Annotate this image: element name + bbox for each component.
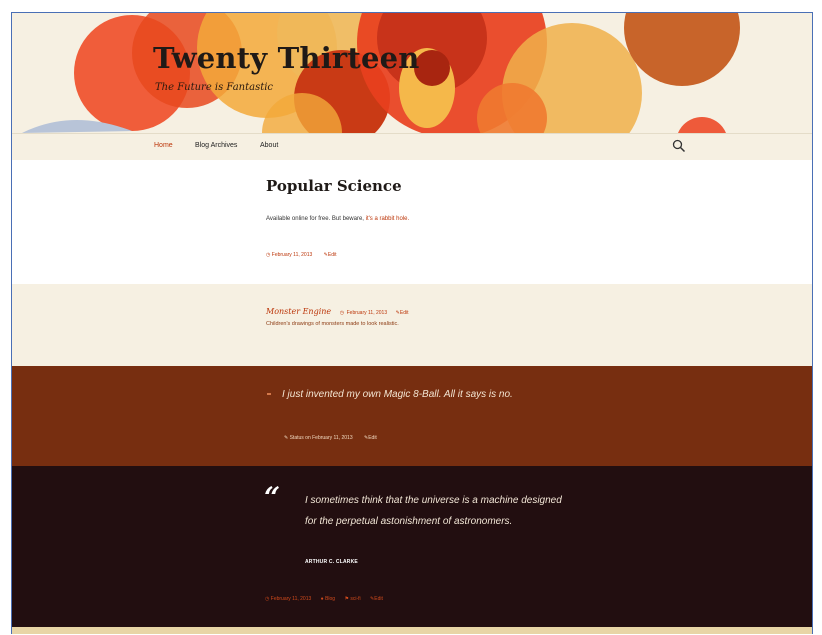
status-text: I just invented my own Magic 8-Ball. All… [282, 389, 513, 400]
post-status: I just invented my own Magic 8-Ball. All… [12, 366, 812, 466]
post-date[interactable]: February 11, 2013 [272, 252, 313, 258]
post-monster-engine: Monster Engine ◷ February 11, 2013 ✎Edit… [12, 284, 812, 366]
post-quote: “ I sometimes think that the universe is… [12, 466, 812, 627]
edit-link[interactable]: Edit [374, 596, 383, 602]
quote-meta: ◷ February 11, 2013 ● Blog ⚑ sci-fi ✎Edi… [265, 596, 383, 602]
site-header: Twenty Thirteen The Future is Fantastic [12, 13, 812, 133]
edit-link[interactable]: Edit [368, 435, 377, 441]
nav-item-about[interactable]: About [260, 142, 278, 149]
nav-item-home[interactable]: Home [154, 142, 173, 149]
quote-text: I sometimes think that the universe is a… [305, 495, 562, 527]
status-meta: ✎ Status on February 11, 2013 ✎Edit [284, 435, 377, 441]
link-post-title: Monster Engine ◷ February 11, 2013 ✎Edit [266, 307, 408, 316]
edit-link[interactable]: Edit [400, 310, 409, 316]
nav-item-blog-archives[interactable]: Blog Archives [195, 142, 237, 149]
quote-author[interactable]: Blog [325, 596, 335, 602]
user-icon: ● [320, 596, 324, 602]
search-icon[interactable] [672, 139, 686, 153]
site-tagline: The Future is Fantastic [155, 82, 274, 93]
clock-icon: ◷ [265, 596, 270, 602]
browser-frame: Twenty Thirteen The Future is Fantastic … [11, 12, 813, 634]
post-excerpt: Available online for free. But beware, i… [266, 216, 409, 222]
status-date[interactable]: Status on February 11, 2013 [290, 435, 353, 441]
tag-icon: ⚑ [344, 596, 349, 602]
excerpt-text: Available online for free. But beware, [266, 216, 364, 222]
site-title[interactable]: Twenty Thirteen [153, 41, 420, 75]
site-footer [12, 627, 812, 634]
quote-date[interactable]: February 11, 2013 [271, 596, 312, 602]
status-icon: ✎ [284, 435, 289, 441]
post-popular-science: Popular Science Available online for fre… [12, 160, 812, 284]
main-navigation: Home Blog Archives About [12, 133, 812, 161]
status-bullet [267, 393, 271, 395]
link-title[interactable]: Monster Engine [266, 307, 331, 316]
link-description: Children's drawings of monsters made to … [266, 321, 399, 327]
edit-link[interactable]: Edit [328, 252, 337, 258]
quote-mark-icon: “ [264, 481, 281, 514]
clock-icon: ◷ [266, 252, 271, 258]
quote-citation: ARTHUR C. CLARKE [305, 559, 358, 565]
post-title[interactable]: Popular Science [266, 177, 402, 195]
post-meta: ◷ February 11, 2013 ✎Edit [266, 252, 336, 258]
excerpt-link[interactable]: it's a rabbit hole. [366, 216, 410, 222]
quote-tag[interactable]: sci-fi [350, 596, 360, 602]
link-date[interactable]: February 11, 2013 [347, 310, 388, 316]
clock-icon: ◷ [339, 310, 345, 316]
